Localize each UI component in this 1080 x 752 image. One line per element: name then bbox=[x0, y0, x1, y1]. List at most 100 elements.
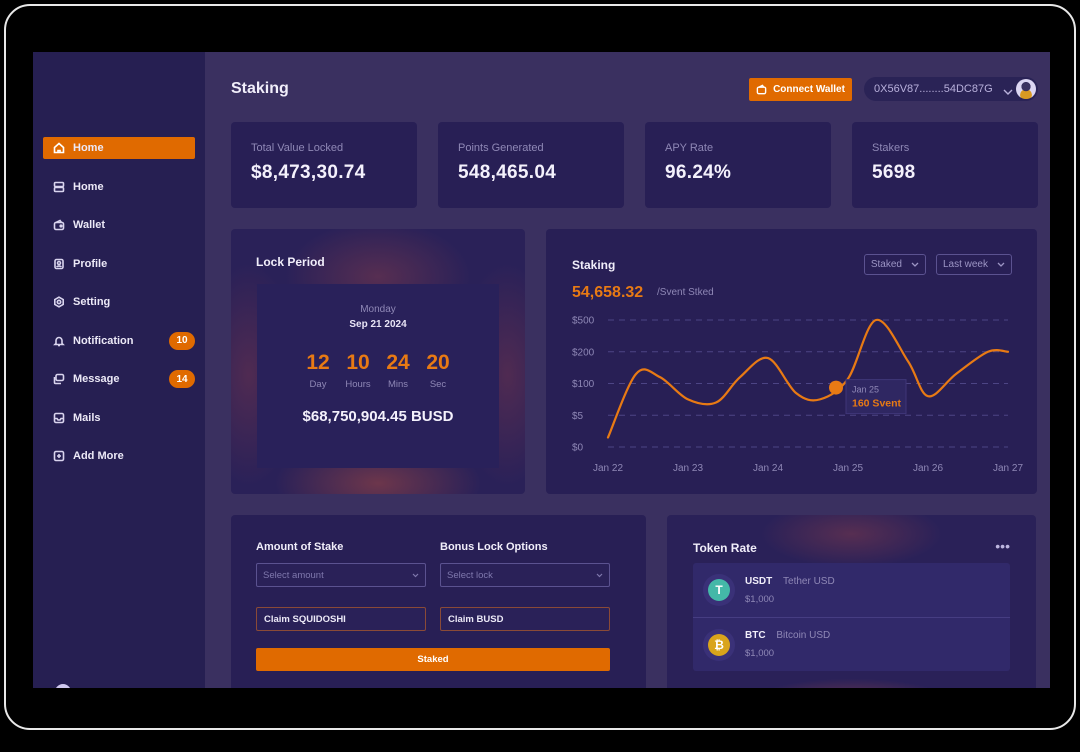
stat-stakers: Stakers 5698 bbox=[852, 122, 1038, 208]
token-row-usdt[interactable]: T USDT Tether USD $1,000 bbox=[693, 563, 1010, 617]
countdown-unit: Day bbox=[309, 379, 327, 390]
y-tick-label: $500 bbox=[572, 316, 595, 327]
server-icon bbox=[53, 181, 65, 193]
sidebar-item-label: Mails bbox=[73, 411, 101, 424]
range-filter-dropdown[interactable]: Last week bbox=[935, 254, 1012, 275]
connect-wallet-label: Connect Wallet bbox=[773, 83, 845, 95]
token-line: USDT Tether USD bbox=[745, 576, 835, 587]
lock-amount: $68,750,904.45 BUSD bbox=[302, 408, 454, 425]
lock-select[interactable]: Select lock bbox=[440, 563, 610, 587]
sidebar-item-profile[interactable]: Profile bbox=[43, 253, 195, 275]
staked-button[interactable]: Staked bbox=[256, 648, 610, 671]
amount-column: Amount of Stake Select amount Claim SQUI… bbox=[256, 541, 426, 631]
countdown-secs: 20 Sec bbox=[425, 351, 451, 390]
topbar: Staking Connect Wallet 0X56V87........54… bbox=[231, 52, 1038, 122]
wallet-icon bbox=[756, 84, 767, 94]
user-avatar[interactable] bbox=[55, 684, 71, 688]
sidebar: Home Home Wallet Profile Setting Notific… bbox=[33, 52, 205, 688]
sidebar-item-label: Setting bbox=[73, 296, 111, 308]
sidebar-item-home-2[interactable]: Home bbox=[43, 176, 195, 198]
stat-label: Points Generated bbox=[458, 142, 544, 154]
claim-busd-field[interactable]: Claim BUSD bbox=[440, 607, 610, 631]
top-actions: Connect Wallet 0X56V87........54DC87G bbox=[749, 77, 1038, 101]
type-filter-dropdown[interactable]: Staked bbox=[863, 254, 926, 275]
stat-apy-rate: APY Rate 96.24% bbox=[645, 122, 831, 208]
sidebar-item-add-more[interactable]: Add More bbox=[43, 445, 195, 467]
page-title: Staking bbox=[231, 80, 289, 97]
countdown-value: 10 bbox=[346, 351, 370, 374]
sidebar-item-home[interactable]: Home bbox=[43, 137, 195, 159]
avatar[interactable] bbox=[1016, 79, 1036, 99]
sidebar-item-setting[interactable]: Setting bbox=[43, 291, 195, 313]
countdown-hours: 10 Hours bbox=[345, 351, 371, 390]
app-screen: Home Home Wallet Profile Setting Notific… bbox=[33, 52, 1050, 688]
x-tick-label: Jan 24 bbox=[753, 463, 783, 474]
range-filter-value: Last week bbox=[942, 259, 988, 270]
countdown-value: 24 bbox=[386, 351, 410, 374]
stat-points-generated: Points Generated 548,465.04 bbox=[438, 122, 624, 208]
chevron-down-icon bbox=[911, 262, 919, 267]
stat-label: APY Rate bbox=[665, 142, 714, 154]
token-name: Tether USD bbox=[783, 575, 835, 587]
tooltip-date: Jan 25 bbox=[852, 385, 879, 395]
message-icon bbox=[53, 373, 65, 385]
gear-icon bbox=[53, 296, 65, 308]
token-row-btc[interactable]: ₿ BTC Bitcoin USD $1,000 bbox=[693, 617, 1010, 671]
sidebar-item-notification[interactable]: Notification 10 bbox=[43, 330, 195, 352]
series-line-staked bbox=[606, 318, 1010, 439]
y-tick-label: $5 bbox=[572, 411, 584, 422]
token-list: T USDT Tether USD $1,000 ₿ BTC Bitcoin U… bbox=[693, 563, 1010, 671]
chart-title: Staking bbox=[572, 258, 616, 272]
countdown-days: 12 Day bbox=[305, 351, 331, 390]
x-tick-label: Jan 25 bbox=[833, 463, 863, 474]
sidebar-item-label: Notification bbox=[73, 334, 134, 347]
chart-total: 54,658.32 bbox=[572, 284, 644, 301]
more-options-icon[interactable]: ••• bbox=[995, 539, 1010, 553]
wallet-address: 0X56V87........54DC87G bbox=[874, 83, 993, 95]
sidebar-item-mails[interactable]: Mails bbox=[43, 407, 195, 429]
lock-weekday: Monday bbox=[360, 304, 396, 315]
plus-square-icon bbox=[53, 450, 65, 462]
wallet-address-dropdown[interactable]: 0X56V87........54DC87G bbox=[864, 77, 1038, 101]
token-price: $1,000 bbox=[745, 648, 775, 659]
y-tick-label: $100 bbox=[572, 379, 595, 390]
stat-label: Total Value Locked bbox=[251, 142, 344, 154]
message-badge: 14 bbox=[169, 370, 195, 388]
token-icon-ring: T bbox=[703, 574, 735, 606]
middle-row: Lock Period Monday Sep 21 2024 12 Day 10… bbox=[231, 229, 1038, 494]
chevron-down-icon bbox=[412, 573, 419, 577]
sidebar-item-label: Profile bbox=[73, 257, 108, 270]
chevron-down-icon bbox=[596, 573, 603, 577]
lock-options-label: Bonus Lock Options bbox=[440, 541, 548, 553]
amount-select[interactable]: Select amount bbox=[256, 563, 426, 587]
x-tick-label: Jan 26 bbox=[913, 463, 943, 474]
lock-column: Bonus Lock Options Select lock Claim BUS… bbox=[440, 541, 610, 631]
highlight-point bbox=[829, 380, 843, 395]
stake-form-card: Amount of Stake Select amount Claim SQUI… bbox=[231, 515, 646, 688]
claim-squidoshi-field[interactable]: Claim SQUIDOSHI bbox=[256, 607, 426, 631]
token-info: USDT Tether USD $1,000 bbox=[745, 576, 835, 605]
token-rate-card: Token Rate ••• T USDT Tether USD $1,000 bbox=[667, 515, 1036, 688]
token-rate-title: Token Rate bbox=[693, 541, 757, 555]
sidebar-item-wallet[interactable]: Wallet bbox=[43, 214, 195, 236]
sidebar-item-message[interactable]: Message 14 bbox=[43, 368, 195, 390]
stat-value: 548,465.04 bbox=[458, 162, 557, 183]
chart-total-suffix: /Svent Stked bbox=[657, 287, 714, 298]
claim-squidoshi-label: Claim SQUIDOSHI bbox=[264, 613, 346, 625]
token-info: BTC Bitcoin USD $1,000 bbox=[745, 630, 830, 659]
bell-icon bbox=[53, 335, 65, 347]
countdown-value: 20 bbox=[426, 351, 450, 374]
stake-form-fields: Amount of Stake Select amount Claim SQUI… bbox=[256, 541, 621, 631]
amount-placeholder: Select amount bbox=[263, 569, 324, 581]
x-tick-label: Jan 23 bbox=[673, 463, 703, 474]
mail-icon bbox=[53, 412, 65, 424]
stats-row: Total Value Locked $8,473,30.74 Points G… bbox=[231, 122, 1038, 208]
countdown-mins: 24 Mins bbox=[385, 351, 411, 390]
connect-wallet-button[interactable]: Connect Wallet bbox=[749, 77, 852, 101]
tooltip-value: 160 Svent bbox=[852, 398, 902, 410]
stat-value: $8,473,30.74 bbox=[251, 162, 366, 183]
stat-label: Stakers bbox=[872, 142, 910, 154]
lock-period-panel: Monday Sep 21 2024 12 Day 10 Hours 24 Mi… bbox=[257, 284, 499, 468]
lock-placeholder: Select lock bbox=[447, 569, 493, 581]
wallet-icon bbox=[53, 219, 65, 231]
